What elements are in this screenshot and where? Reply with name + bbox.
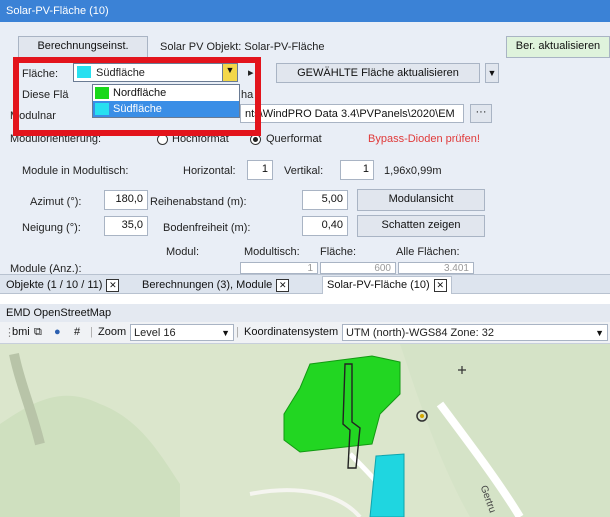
- zoom-label: Zoom: [98, 326, 127, 338]
- window-title: Solar-PV-Fläche (10): [0, 0, 610, 22]
- show-shadow-button[interactable]: Schatten zeigen: [357, 215, 485, 237]
- map-toolbar: ⋮ bmi ⧉ ● # | Zoom Level 16 ▼ | Koordina…: [0, 322, 610, 344]
- map-view[interactable]: Gertru: [0, 344, 610, 517]
- chevron-down-icon: ▼: [487, 68, 497, 78]
- calc-settings-button[interactable]: Berechnungseinst.: [18, 36, 148, 58]
- crs-select[interactable]: UTM (north)-WGS84 Zone: 32 ▼: [342, 324, 608, 341]
- module-count-all: 3.401: [398, 262, 474, 274]
- row-spacing-label: Reihenabstand (m):: [150, 196, 247, 208]
- tab-calculations[interactable]: Berechnungen (3), Module ✕: [142, 277, 290, 293]
- bmi-button[interactable]: bmi: [12, 326, 30, 338]
- zoom-value: Level 16: [134, 327, 176, 339]
- tilt-label: Neigung (°):: [22, 222, 81, 234]
- summary-all-header: Alle Flächen:: [396, 246, 460, 258]
- zoom-select[interactable]: Level 16 ▼: [130, 324, 234, 341]
- horizontal-input[interactable]: 1: [247, 160, 273, 180]
- update-calc-button[interactable]: Ber. aktualisieren: [506, 36, 610, 58]
- summary-table-header: Modultisch:: [244, 246, 300, 258]
- toolbar-separator: |: [90, 326, 93, 338]
- map-canvas: [0, 344, 610, 517]
- module-size: 1,96x0,99m: [384, 165, 442, 177]
- object-label: Solar PV Objekt: Solar-PV-Fläche: [160, 41, 325, 53]
- bypass-warning: Bypass-Dioden prüfen!: [368, 133, 480, 145]
- spacer: [0, 294, 610, 304]
- summary-area-header: Fläche:: [320, 246, 357, 258]
- map-panel-title: EMD OpenStreetMap: [0, 304, 610, 322]
- close-icon[interactable]: ✕: [433, 278, 447, 292]
- module-path-field[interactable]: nts\WindPRO Data 3.4\PVPanels\2020\EM: [240, 104, 464, 123]
- update-selected-area-button[interactable]: GEWÄHLTE Fläche aktualisieren: [276, 63, 480, 83]
- tab-calculations-label: Berechnungen (3), Module: [142, 279, 273, 291]
- azimuth-label: Azimut (°):: [30, 196, 82, 208]
- globe-icon[interactable]: ●: [54, 326, 61, 338]
- azimuth-input[interactable]: 180,0: [104, 190, 148, 210]
- copy-icon[interactable]: ⧉: [34, 326, 42, 339]
- ground-clearance-input[interactable]: 0,40: [302, 216, 348, 236]
- module-view-button[interactable]: Modulansicht: [357, 189, 485, 211]
- chevron-down-icon: ▼: [595, 328, 604, 338]
- grid-icon[interactable]: #: [74, 326, 80, 338]
- table-modules-label: Module in Modultisch:: [22, 165, 129, 177]
- row-spacing-input[interactable]: 5,00: [302, 190, 348, 210]
- crs-label: Koordinatensystem: [244, 326, 339, 338]
- crs-value: UTM (north)-WGS84 Zone: 32: [346, 327, 494, 339]
- summary-module-header: Modul:: [166, 246, 200, 258]
- browse-button[interactable]: ···: [470, 104, 492, 123]
- close-icon[interactable]: ✕: [106, 278, 120, 292]
- update-options-dropdown[interactable]: ▼: [485, 63, 499, 83]
- chevron-down-icon: ▼: [221, 328, 230, 338]
- ground-clearance-label: Bodenfreiheit (m):: [163, 222, 251, 234]
- tab-solar-pv-label: Solar-PV-Fläche (10): [327, 279, 430, 291]
- module-count-table: 1: [240, 262, 318, 274]
- tab-objects-label: Objekte (1 / 10 / 11): [6, 279, 103, 291]
- horizontal-label: Horizontal:: [183, 165, 236, 177]
- vertical-label: Vertikal:: [284, 165, 324, 177]
- tab-solar-pv[interactable]: Solar-PV-Fläche (10) ✕: [322, 276, 452, 295]
- landscape-label: Querformat: [266, 133, 322, 145]
- tab-bar: Objekte (1 / 10 / 11) ✕ Berechnungen (3),…: [0, 274, 610, 295]
- highlight-box: [13, 57, 261, 136]
- close-icon[interactable]: ✕: [276, 278, 290, 292]
- vertical-input[interactable]: 1: [340, 160, 374, 180]
- module-count-area: 600: [320, 262, 396, 274]
- tilt-input[interactable]: 35,0: [104, 216, 148, 236]
- toolbar-separator: |: [236, 326, 239, 338]
- tab-objects[interactable]: Objekte (1 / 10 / 11) ✕: [6, 277, 120, 293]
